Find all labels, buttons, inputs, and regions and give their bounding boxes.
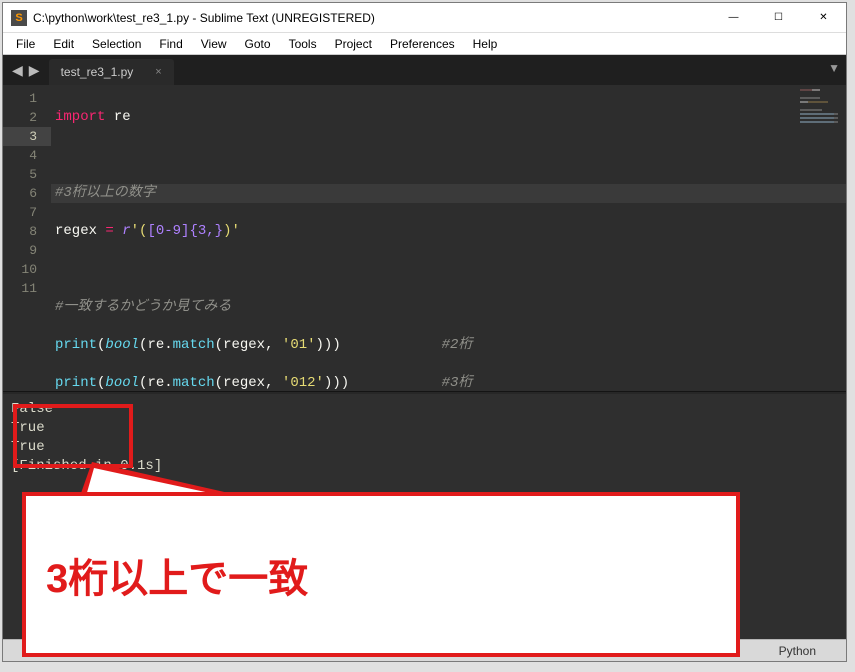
menu-find[interactable]: Find <box>150 35 191 53</box>
tab-file-0[interactable]: test_re3_1.py × <box>49 59 174 85</box>
menu-selection[interactable]: Selection <box>83 35 150 53</box>
output-line-1: False <box>11 401 53 417</box>
editor-area[interactable]: 1 2 3 4 5 6 7 8 9 10 11 import re #3桁以上の… <box>3 85 846 391</box>
code-content[interactable]: import re #3桁以上の数字 regex = r'([0-9]{3,})… <box>51 85 846 391</box>
menu-file[interactable]: File <box>7 35 44 53</box>
window-title: C:\python\work\test_re3_1.py - Sublime T… <box>33 11 711 25</box>
tab-prev-icon[interactable]: ◀ <box>9 62 26 79</box>
output-line-4: [Finished in 0.1s] <box>11 458 162 474</box>
menu-goto[interactable]: Goto <box>236 35 280 53</box>
gutter: 1 2 3 4 5 6 7 8 9 10 11 <box>3 85 51 391</box>
tab-next-icon[interactable]: ▶ <box>26 62 43 79</box>
maximize-button[interactable]: ☐ <box>756 3 801 32</box>
annotation-text: 3桁以上で一致 <box>46 546 308 604</box>
tab-label: test_re3_1.py <box>61 65 134 79</box>
menu-bar: File Edit Selection Find View Goto Tools… <box>3 33 846 55</box>
tab-bar: ◀ ▶ test_re3_1.py × ▼ <box>3 55 846 85</box>
status-syntax[interactable]: Python <box>779 644 816 658</box>
menu-help[interactable]: Help <box>464 35 507 53</box>
menu-tools[interactable]: Tools <box>280 35 326 53</box>
minimap[interactable] <box>800 89 840 139</box>
tab-overflow-icon[interactable]: ▼ <box>828 61 840 75</box>
output-line-3: True <box>11 439 45 455</box>
annotation-callout-box: 3桁以上で一致 <box>22 492 740 657</box>
output-line-2: True <box>11 420 45 436</box>
title-bar: S C:\python\work\test_re3_1.py - Sublime… <box>3 3 846 33</box>
tab-close-icon[interactable]: × <box>155 66 161 78</box>
app-icon: S <box>11 10 27 26</box>
menu-view[interactable]: View <box>192 35 236 53</box>
close-button[interactable]: ✕ <box>801 3 846 32</box>
menu-preferences[interactable]: Preferences <box>381 35 464 53</box>
menu-edit[interactable]: Edit <box>44 35 83 53</box>
minimize-button[interactable]: — <box>711 3 756 32</box>
menu-project[interactable]: Project <box>326 35 381 53</box>
